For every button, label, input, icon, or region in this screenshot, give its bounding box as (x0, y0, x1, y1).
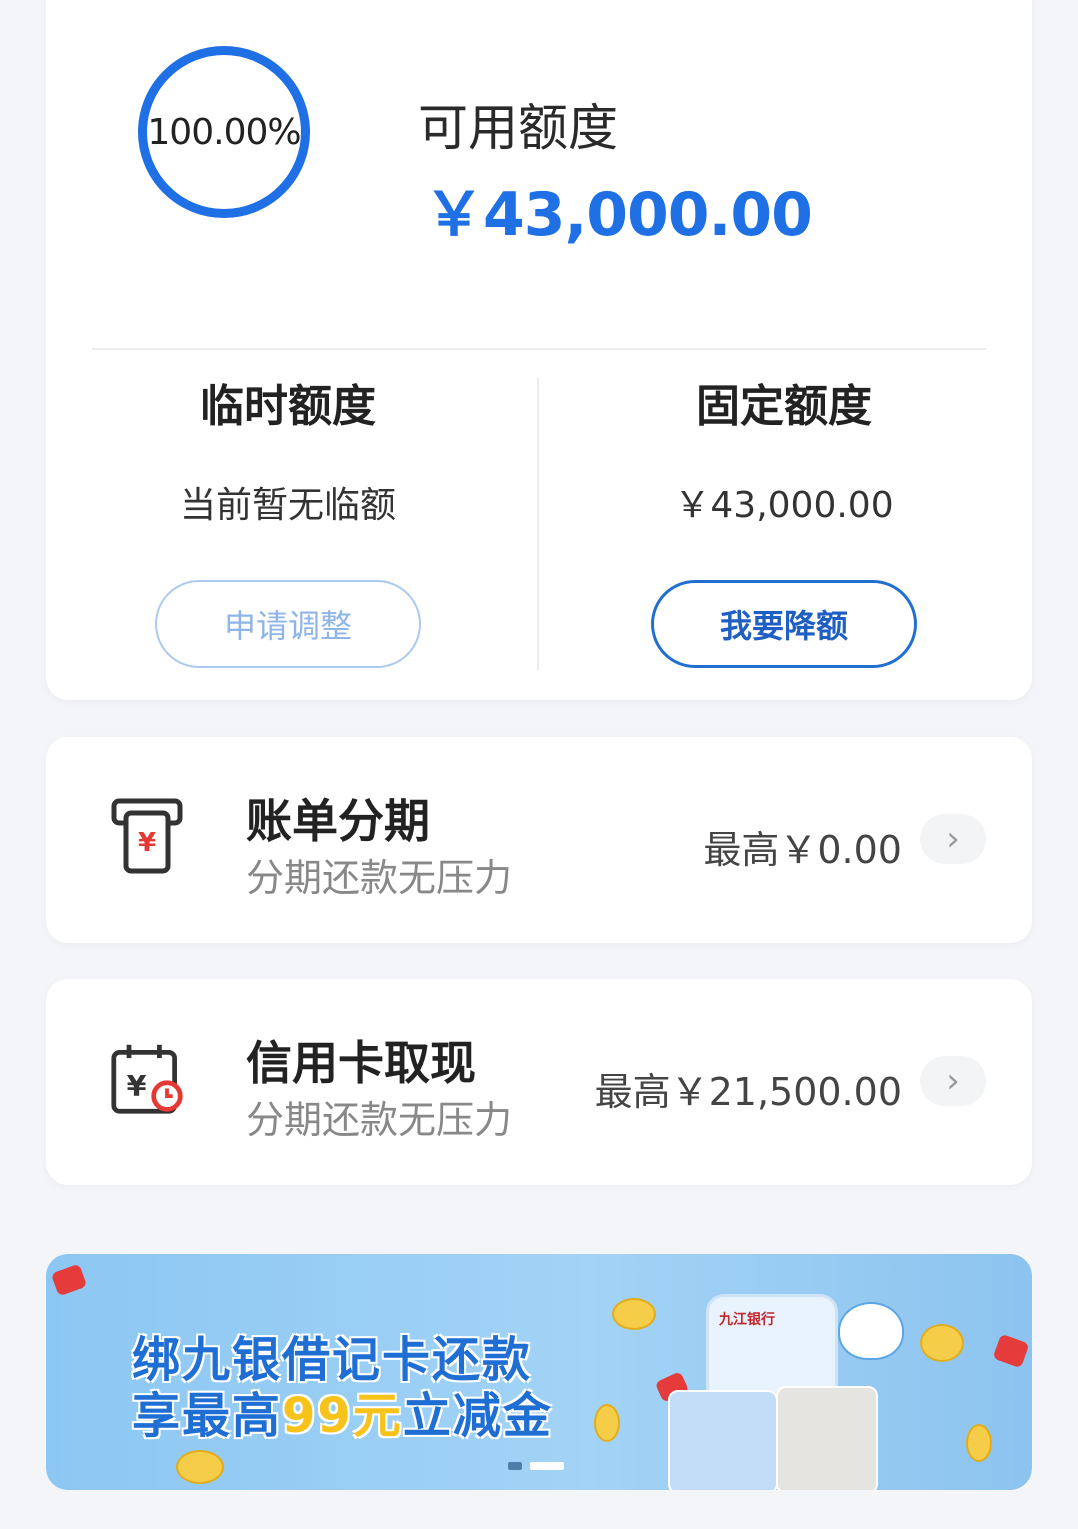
usage-percent: 100.00% (147, 111, 301, 153)
cash-withdrawal-row[interactable]: ¥ 信用卡取现 分期还款无压力 最高￥21,500.00 › (46, 979, 1032, 1185)
divider-horizontal (92, 348, 986, 350)
bill-installment-icon: ¥ (111, 798, 183, 874)
banner-highlight-amount: 99元 (282, 1388, 403, 1444)
fixed-limit-section: 固定额度 ￥43,000.00 我要降额 (564, 370, 1004, 668)
banner-prefix: 享最高 (132, 1388, 283, 1444)
coin-icon (920, 1324, 964, 1362)
svg-text:¥: ¥ (127, 1070, 147, 1103)
coin-icon (966, 1424, 992, 1462)
carousel-dot-active[interactable] (530, 1462, 564, 1470)
usage-ring: 100.00% (138, 46, 310, 218)
bill-installment-row[interactable]: ¥ 账单分期 分期还款无压力 最高￥0.00 › (46, 737, 1032, 943)
debit-card-illustration (668, 1390, 778, 1490)
temp-limit-title: 临时额度 (200, 381, 376, 432)
fixed-limit-title: 固定额度 (696, 381, 872, 432)
fixed-limit-value: ￥43,000.00 (674, 485, 894, 526)
reduce-limit-button[interactable]: 我要降额 (651, 580, 917, 668)
bill-installment-max-amount: 最高￥0.00 (703, 828, 902, 872)
cash-withdrawal-max-amount: 最高￥21,500.00 (594, 1070, 902, 1114)
cash-withdrawal-subtitle: 分期还款无压力 (246, 1098, 513, 1142)
divider-vertical (537, 378, 539, 670)
apply-adjust-button[interactable]: 申请调整 (155, 580, 421, 668)
coin-icon (176, 1450, 224, 1484)
banner-suffix: 立减金 (402, 1388, 553, 1444)
temp-limit-section: 临时额度 当前暂无临额 申请调整 (68, 370, 508, 668)
temp-limit-value: 当前暂无临额 (179, 485, 396, 526)
banner-subheadline: 享最高99元立减金 (132, 1376, 553, 1446)
bill-installment-title: 账单分期 (246, 794, 430, 848)
svg-text:¥: ¥ (138, 828, 156, 858)
debit-card-illustration (776, 1386, 878, 1490)
cash-withdrawal-title: 信用卡取现 (246, 1036, 476, 1090)
red-packet-icon (50, 1263, 88, 1297)
bill-installment-subtitle: 分期还款无压力 (246, 856, 513, 900)
mascot-illustration (838, 1302, 904, 1360)
bank-logo: 九江银行 (719, 1312, 775, 1328)
red-packet-icon (992, 1333, 1030, 1369)
coin-icon (612, 1298, 656, 1330)
chevron-right-icon[interactable]: › (920, 1056, 986, 1106)
available-limit-amount: ￥43,000.00 (424, 180, 813, 250)
cash-withdrawal-icon: ¥ (111, 1044, 183, 1114)
credit-limit-card: 100.00% 可用额度 ￥43,000.00 临时额度 当前暂无临额 申请调整… (46, 0, 1032, 700)
available-limit-title: 可用额度 (418, 99, 618, 157)
carousel-indicator[interactable] (508, 1462, 564, 1470)
carousel-dot[interactable] (508, 1462, 522, 1470)
chevron-right-icon[interactable]: › (920, 814, 986, 864)
promo-banner[interactable]: 绑九银借记卡还款 享最高99元立减金 九江银行 (46, 1254, 1032, 1490)
coin-icon (594, 1404, 620, 1442)
